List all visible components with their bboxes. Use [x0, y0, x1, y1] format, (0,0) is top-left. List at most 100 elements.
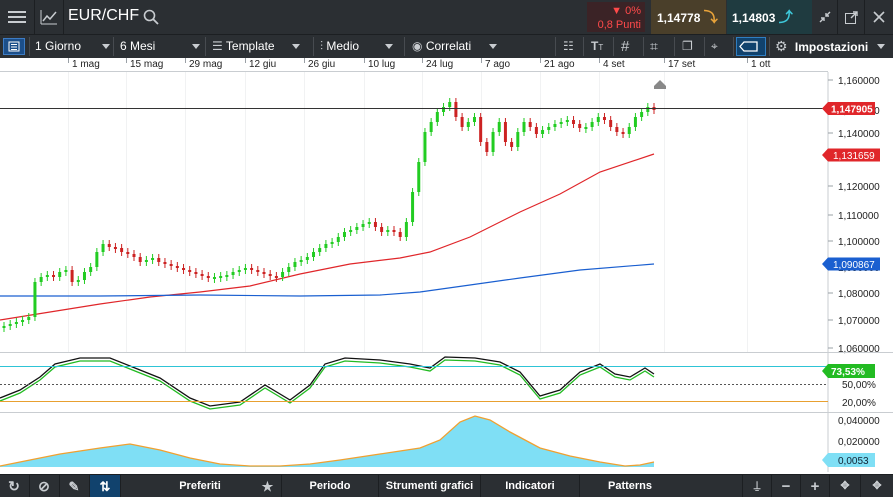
candle-body: [144, 260, 148, 262]
last-price-label: 1,147905: [831, 105, 873, 116]
collapse-button[interactable]: [813, 0, 837, 34]
candle-body: [312, 252, 316, 257]
candle-body: [547, 127, 551, 130]
ask-price: 1,14803: [732, 11, 776, 25]
candle-body: [373, 222, 377, 227]
date-tick: [364, 58, 365, 63]
zoom-in-button[interactable]: +: [801, 475, 829, 497]
candle-body: [349, 230, 353, 232]
layers-button[interactable]: ☷: [563, 35, 574, 58]
copy-button[interactable]: ❐: [682, 35, 693, 58]
period-dropdown[interactable]: 6 Mesi: [120, 35, 155, 58]
tag-button[interactable]: [736, 37, 766, 56]
search-button[interactable]: [140, 0, 162, 34]
indicators-button[interactable]: Indicatori: [481, 475, 579, 497]
candle-body: [231, 272, 235, 275]
grid-icon: #: [621, 38, 630, 55]
expand-icon: ✥: [872, 480, 882, 492]
chart-toolbar: 1 Giorno 6 Mesi ☰ Template ⫶ Medio ◉ Cor…: [0, 34, 893, 58]
menu-button[interactable]: [0, 0, 34, 34]
chart-button[interactable]: [35, 0, 63, 34]
correlated-dropdown[interactable]: ◉ Correlati: [412, 35, 471, 58]
interval-label: 1 Giorno: [35, 39, 82, 53]
osc-value: 0,0053: [838, 456, 869, 467]
list-view-button[interactable]: [3, 38, 25, 55]
chart-type-label: Medio: [326, 39, 360, 53]
oscillator-panel[interactable]: [0, 415, 655, 467]
date-label: 4 set: [603, 59, 625, 70]
zoom-out-button[interactable]: −: [772, 475, 800, 497]
period-bottom-label: Periodo: [309, 480, 351, 492]
period-button[interactable]: Periodo: [282, 475, 378, 497]
candle-body: [293, 262, 297, 267]
candle-body: [64, 270, 68, 272]
candle-body: [157, 258, 161, 262]
down-arrow-icon: ⤵: [703, 9, 718, 25]
candle-body: [256, 270, 260, 272]
patterns-label: Patterns: [607, 480, 653, 492]
grid-button[interactable]: #: [621, 35, 629, 58]
candle-body: [138, 257, 142, 262]
tools-label: Strumenti grafici: [385, 480, 474, 492]
candle-body: [95, 252, 99, 267]
settings-button[interactable]: ⚙ Impostazioni: [775, 35, 868, 58]
symbol-title[interactable]: EUR/CHF: [68, 7, 139, 25]
crosshair-button[interactable]: ⌖: [711, 35, 718, 58]
blue-ma-label: 1,090867: [833, 260, 875, 271]
disable-button[interactable]: ⊘: [30, 475, 58, 497]
date-tick: [481, 58, 482, 63]
pencil-button[interactable]: ✎: [60, 475, 88, 497]
chevron-down-icon: [385, 44, 393, 49]
candle-body: [435, 112, 439, 122]
bid-price-button[interactable]: 1,14778 ⤵: [651, 0, 726, 34]
popout-button[interactable]: [838, 0, 864, 34]
interval-dropdown[interactable]: 1 Giorno: [35, 35, 81, 58]
candle-body: [590, 122, 594, 127]
price-axis-label: 1,070000: [838, 316, 880, 327]
candle-body: [355, 227, 359, 230]
chevron-down-icon: [877, 44, 885, 49]
patterns-button[interactable]: Patterns: [580, 475, 680, 497]
tag-icon: [739, 41, 758, 52]
refresh-button[interactable]: ↻: [0, 475, 28, 497]
candle-body: [89, 267, 93, 272]
chart-area[interactable]: 1,1600001,1500001,1400001,1300001,120000…: [0, 72, 893, 472]
cursor-mode-button[interactable]: ✥: [830, 475, 860, 497]
text-tool-button[interactable]: TT: [591, 35, 603, 58]
trading-chart-app: EUR/CHF ▼ 0% 0,8 Punti 1,14778 ⤵ 1,14803…: [0, 0, 893, 497]
layout-button[interactable]: ⍊: [743, 475, 771, 497]
date-label: 7 ago: [485, 59, 511, 70]
candle-body: [342, 232, 346, 237]
red-ma-label: 1,131659: [833, 151, 875, 162]
candle-body: [516, 132, 520, 147]
date-label: 1 ott: [751, 59, 771, 70]
close-button[interactable]: [865, 0, 893, 34]
candle-body: [448, 102, 452, 107]
candle-body: [503, 122, 507, 142]
date-label: 12 giu: [249, 59, 277, 70]
chevron-down-icon: [489, 44, 497, 49]
star-icon: ★: [261, 479, 274, 494]
settings-label: Impostazioni: [794, 40, 869, 54]
candle-body: [423, 132, 427, 162]
date-tick: [185, 58, 186, 63]
candle-body: [392, 230, 396, 232]
ask-price-button[interactable]: 1,14803 ⤴: [727, 0, 812, 34]
favorites-button[interactable]: Preferiti: [150, 475, 250, 497]
candle-body: [132, 254, 136, 257]
candle-body: [442, 107, 446, 112]
chart-type-dropdown[interactable]: ⫶ Medio: [320, 35, 359, 58]
sort-button[interactable]: ⇅: [90, 475, 120, 497]
template-dropdown[interactable]: ☰ Template: [212, 35, 275, 58]
candle-body: [52, 275, 56, 277]
tools-button[interactable]: Strumenti grafici: [379, 475, 480, 497]
price-axis-label: 1,110000: [838, 211, 879, 222]
price-axis-label: 1,060000: [838, 344, 880, 355]
expand-panel-button[interactable]: ✥: [861, 475, 893, 497]
hamburger-icon: [8, 11, 26, 23]
candle-body: [70, 270, 74, 282]
price-axis-label: 1,140000: [838, 129, 880, 140]
favorite-star-button[interactable]: ★: [255, 475, 280, 497]
crosshair-grid-button[interactable]: ⌗: [650, 35, 658, 58]
price-chart-svg[interactable]: 1,1600001,1500001,1400001,1300001,120000…: [0, 72, 893, 472]
